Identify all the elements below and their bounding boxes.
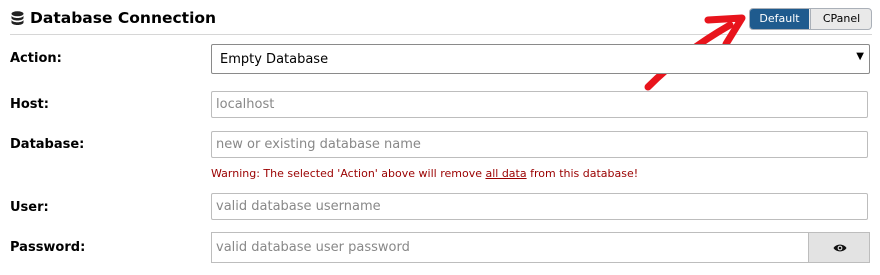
action-label: Action: bbox=[10, 51, 62, 66]
warning-message: Warning: The selected 'Action' above wil… bbox=[211, 167, 639, 180]
show-password-button[interactable] bbox=[808, 232, 870, 263]
host-input[interactable]: localhost bbox=[211, 91, 868, 118]
all-data-emphasis: all data bbox=[485, 167, 527, 180]
caret-down-icon: ▼ bbox=[856, 51, 864, 62]
mode-toggle: Default CPanel bbox=[749, 8, 872, 30]
cpanel-mode-button[interactable]: CPanel bbox=[810, 9, 871, 29]
password-label: Password: bbox=[10, 240, 86, 255]
action-select-value: Empty Database bbox=[220, 52, 329, 67]
password-input[interactable]: valid database user password bbox=[211, 232, 809, 263]
default-mode-button[interactable]: Default bbox=[750, 9, 809, 29]
page-title: Database Connection bbox=[30, 9, 217, 27]
user-input[interactable]: valid database username bbox=[211, 193, 868, 220]
action-select[interactable]: Empty Database ▼ bbox=[211, 44, 870, 74]
password-placeholder: valid database user password bbox=[216, 240, 410, 255]
database-icon bbox=[11, 11, 24, 26]
host-label: Host: bbox=[10, 97, 49, 112]
user-placeholder: valid database username bbox=[216, 199, 381, 214]
user-label: User: bbox=[10, 200, 49, 215]
password-group: valid database user password bbox=[211, 232, 870, 263]
database-label: Database: bbox=[10, 137, 85, 152]
eye-icon bbox=[833, 244, 847, 252]
database-placeholder: new or existing database name bbox=[216, 137, 421, 152]
database-input[interactable]: new or existing database name bbox=[211, 131, 868, 158]
host-placeholder: localhost bbox=[216, 97, 275, 112]
